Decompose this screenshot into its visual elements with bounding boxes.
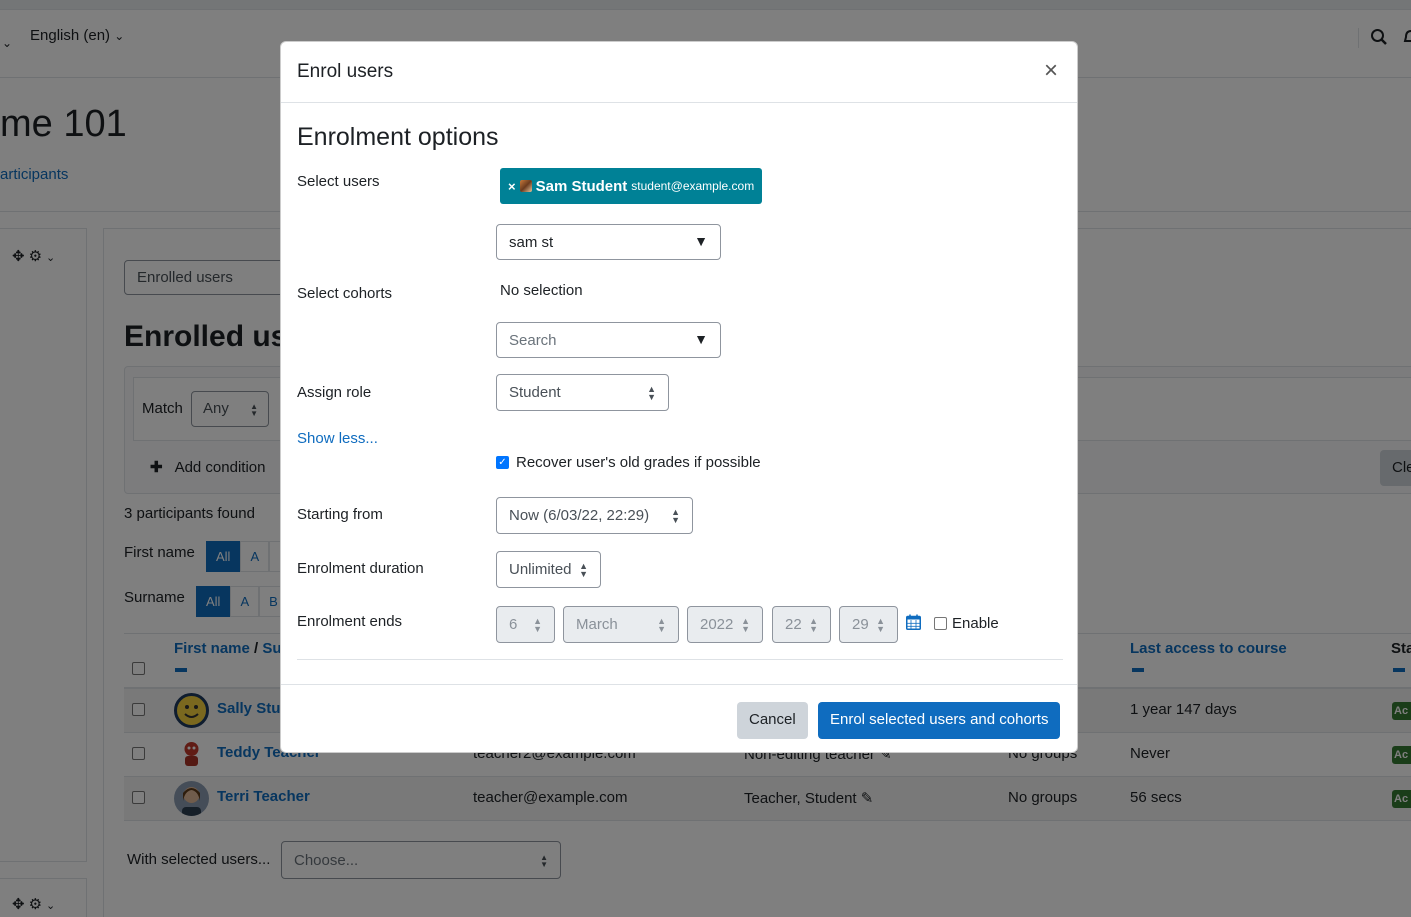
enrolment-options-heading: Enrolment options — [297, 123, 499, 151]
assign-role-value: Student — [509, 384, 561, 401]
user-picture — [519, 180, 532, 192]
sort-arrows-icon: ▲▼ — [533, 616, 542, 634]
enable-end-date-checkbox[interactable] — [934, 617, 947, 630]
selected-user-chip[interactable]: × Sam Student student@example.com — [500, 168, 763, 204]
users-search-input[interactable]: sam st ▼ — [496, 224, 721, 260]
modal-header: Enrol users × — [281, 42, 1077, 103]
select-users-label: Select users — [297, 173, 380, 190]
starting-from-select[interactable]: Now (6/03/22, 22:29) ▲ ▼ — [496, 497, 693, 534]
enrol-users-dialog: Enrol users × Enrolment options Select u… — [280, 41, 1078, 753]
end-hour-select[interactable]: 22 ▲ ▼ — [772, 606, 831, 643]
sort-arrows-icon: ▲▼ — [579, 561, 588, 579]
enable-end-date-label[interactable]: Enable — [952, 615, 999, 632]
end-year-value: 2022 — [700, 616, 734, 633]
sort-arrows-icon: ▲▼ — [876, 616, 885, 634]
cohorts-search-placeholder: Search — [509, 332, 557, 349]
users-search-value: sam st — [509, 234, 554, 251]
end-year-select[interactable]: 2022 ▲ ▼ — [687, 606, 763, 643]
enrolment-ends-label: Enrolment ends — [297, 613, 403, 630]
dropdown-arrow-icon[interactable]: ▼ — [694, 233, 708, 249]
end-hour-value: 22 — [785, 616, 802, 633]
sort-arrows-icon: ▲▼ — [657, 616, 666, 634]
recover-grades-label[interactable]: Recover user's old grades if possible — [516, 454, 761, 471]
end-day-select[interactable]: 6 ▲ ▼ — [496, 606, 555, 643]
starting-from-value: Now (6/03/22, 22:29) — [509, 507, 650, 524]
enrolment-duration-value: Unlimited — [509, 561, 572, 578]
starting-from-label: Starting from — [297, 506, 383, 523]
enrolment-duration-select[interactable]: Unlimited ▲ ▼ — [496, 551, 601, 588]
recover-grades-option[interactable]: ✓ Recover user's old grades if possible — [496, 454, 761, 471]
end-month-select[interactable]: March ▲ ▼ — [563, 606, 679, 643]
assign-role-label: Assign role — [297, 384, 372, 401]
show-less-link[interactable]: Show less... — [297, 430, 378, 447]
calendar-icon[interactable] — [906, 614, 921, 630]
close-icon[interactable]: × — [1044, 59, 1058, 83]
sort-arrows-icon: ▲▼ — [647, 384, 656, 402]
sort-arrows-icon: ▲▼ — [741, 616, 750, 634]
divider — [297, 659, 1063, 660]
sort-arrows-icon: ▲▼ — [809, 616, 818, 634]
dropdown-arrow-icon[interactable]: ▼ — [694, 331, 708, 347]
recover-grades-checkbox[interactable]: ✓ — [496, 456, 509, 469]
cohorts-no-selection: No selection — [500, 282, 583, 299]
modal-title: Enrol users — [297, 61, 394, 82]
cohorts-search-input[interactable]: Search ▼ — [496, 322, 721, 358]
chip-user-name: Sam Student — [535, 177, 628, 195]
end-day-value: 6 — [509, 616, 518, 633]
end-minute-value: 29 — [852, 616, 869, 633]
end-month-value: March — [576, 616, 618, 633]
remove-icon[interactable]: × — [508, 179, 516, 194]
enrol-submit-button[interactable]: Enrol selected users and cohorts — [818, 702, 1061, 739]
enable-end-date-option[interactable]: Enable — [934, 615, 999, 632]
enrolment-duration-label: Enrolment duration — [297, 560, 424, 577]
select-cohorts-label: Select cohorts — [297, 285, 393, 302]
chip-user-email: student@example.com — [631, 179, 755, 193]
cancel-button[interactable]: Cancel — [737, 702, 808, 739]
sort-arrows-icon: ▲▼ — [671, 507, 680, 525]
end-minute-select[interactable]: 29 ▲ ▼ — [839, 606, 898, 643]
modal-footer: Cancel Enrol selected users and cohorts — [281, 684, 1077, 752]
assign-role-select[interactable]: Student ▲ ▼ — [496, 374, 669, 411]
